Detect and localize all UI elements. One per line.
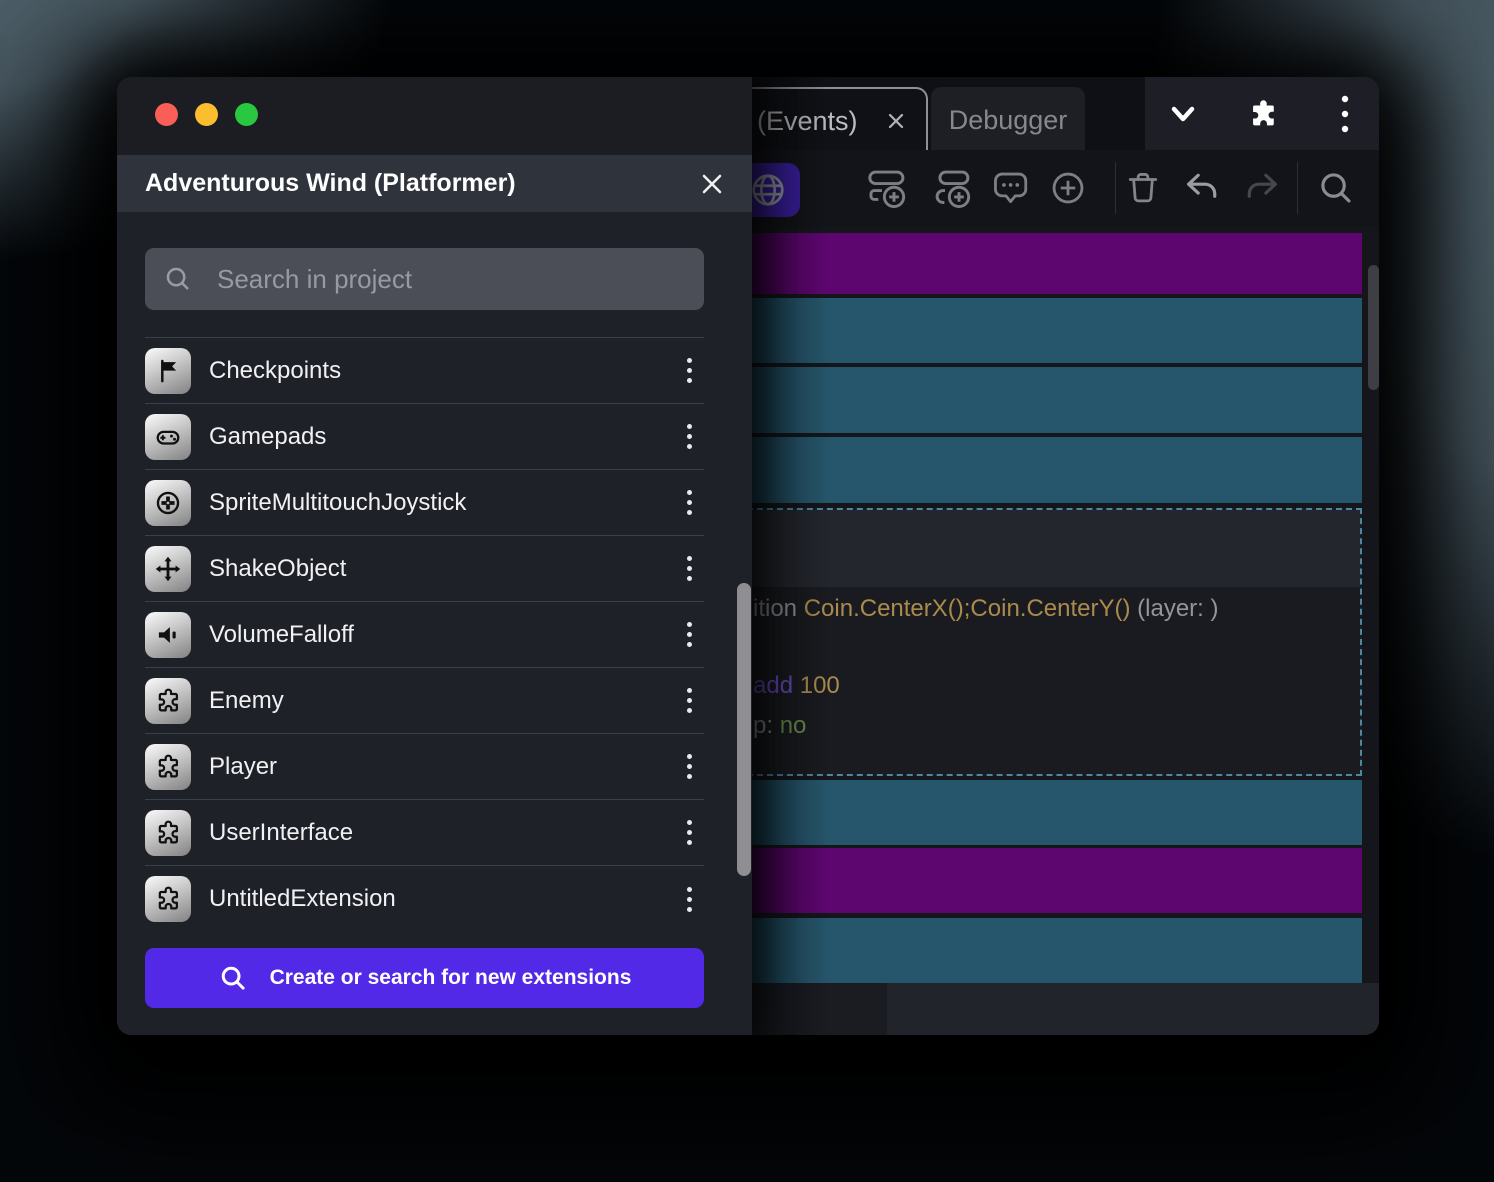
puzzle-icon <box>145 744 191 790</box>
kebab-menu-icon[interactable] <box>674 813 704 853</box>
toolbar-divider <box>1115 162 1116 214</box>
event-row[interactable] <box>747 848 1362 913</box>
tab-events-label: (Events) <box>757 106 872 137</box>
panel-scrollbar[interactable] <box>737 583 751 876</box>
toolbar-divider <box>1297 162 1298 214</box>
gamepad-icon <box>145 414 191 460</box>
close-icon[interactable] <box>886 111 906 131</box>
tab-debugger-label: Debugger <box>949 105 1068 136</box>
event-row[interactable] <box>747 233 1362 294</box>
extension-name: VolumeFalloff <box>209 621 674 649</box>
list-item-checkpoints[interactable]: Checkpoints <box>145 338 704 404</box>
extension-name: Enemy <box>209 687 674 715</box>
app-window: (Events) Debugger <box>117 77 1379 1035</box>
list-item-userinterface[interactable]: UserInterface <box>145 800 704 866</box>
add-event-icon[interactable] <box>861 150 913 226</box>
extension-name: UntitledExtension <box>209 885 674 913</box>
puzzle-icon <box>145 810 191 856</box>
event-action-line[interactable]: ition Coin.CenterX();Coin.CenterY() (lay… <box>753 595 1219 623</box>
list-item-enemy[interactable]: Enemy <box>145 668 704 734</box>
kebab-menu-icon[interactable] <box>674 549 704 589</box>
list-item-player[interactable]: Player <box>145 734 704 800</box>
flag-icon <box>145 348 191 394</box>
project-manager-panel: Adventurous Wind (Platformer) Checkpoint… <box>117 77 752 1035</box>
kebab-menu-icon[interactable] <box>674 351 704 391</box>
event-row[interactable] <box>747 298 1362 363</box>
add-subevent-icon[interactable] <box>926 150 978 226</box>
window-titlebar <box>117 77 752 155</box>
list-item-joystick[interactable]: SpriteMultitouchJoystick <box>145 470 704 536</box>
project-search[interactable] <box>145 248 704 310</box>
extension-list: Checkpoints Gamepads SpriteMultitouchJoy… <box>145 337 704 932</box>
event-action-line[interactable]: add 100 <box>753 672 840 700</box>
event-action-line[interactable]: p: no <box>753 712 806 740</box>
globe-icon <box>749 171 787 209</box>
extension-name: Player <box>209 753 674 781</box>
create-extension-button[interactable]: Create or search for new extensions <box>145 948 704 1008</box>
kebab-menu-icon[interactable] <box>674 747 704 787</box>
kebab-menu-icon[interactable] <box>674 417 704 457</box>
redo-icon[interactable] <box>1236 150 1288 226</box>
extension-name: SpriteMultitouchJoystick <box>209 489 674 517</box>
kebab-menu-icon[interactable] <box>674 483 704 523</box>
joystick-icon <box>145 480 191 526</box>
kebab-menu-icon[interactable] <box>674 879 704 919</box>
puzzle-icon <box>145 876 191 922</box>
event-row[interactable] <box>747 780 1362 845</box>
panel-header: Adventurous Wind (Platformer) <box>117 155 752 212</box>
puzzle-icon[interactable] <box>1233 77 1293 150</box>
list-item-gamepads[interactable]: Gamepads <box>145 404 704 470</box>
kebab-menu-icon[interactable] <box>674 615 704 655</box>
panel-title: Adventurous Wind (Platformer) <box>145 169 700 198</box>
extension-name: Gamepads <box>209 423 674 451</box>
events-footer-shade <box>747 983 887 1035</box>
event-row[interactable] <box>747 367 1362 433</box>
puzzle-icon <box>145 678 191 724</box>
event-condition-area[interactable] <box>749 510 1360 587</box>
list-item-untitledextension[interactable]: UntitledExtension <box>145 866 704 932</box>
chevron-down-icon[interactable] <box>1153 77 1213 150</box>
tab-debugger[interactable]: Debugger <box>931 87 1085 153</box>
add-circle-icon[interactable] <box>1042 150 1094 226</box>
speaker-icon <box>145 612 191 658</box>
search-input[interactable] <box>215 263 655 296</box>
list-item-volumefalloff[interactable]: VolumeFalloff <box>145 602 704 668</box>
create-extension-label: Create or search for new extensions <box>270 966 632 990</box>
extension-name: Checkpoints <box>209 357 674 385</box>
kebab-menu-icon[interactable] <box>674 681 704 721</box>
search-icon <box>218 963 248 993</box>
trash-icon[interactable] <box>1117 150 1169 226</box>
search-icon <box>163 264 193 294</box>
undo-icon[interactable] <box>1176 150 1228 226</box>
extension-name: ShakeObject <box>209 555 674 583</box>
add-comment-icon[interactable] <box>984 150 1036 226</box>
close-icon[interactable] <box>700 172 724 196</box>
event-row[interactable] <box>747 918 1362 983</box>
events-scrollbar[interactable] <box>1368 265 1379 390</box>
desktop: (Events) Debugger <box>0 0 1494 1182</box>
event-row[interactable] <box>747 437 1362 503</box>
extension-name: UserInterface <box>209 819 674 847</box>
selected-event[interactable]: ition Coin.CenterX();Coin.CenterY() (lay… <box>747 508 1362 776</box>
traffic-light-zoom[interactable] <box>235 103 258 126</box>
search-icon[interactable] <box>1310 150 1362 226</box>
list-item-shakeobject[interactable]: ShakeObject <box>145 536 704 602</box>
kebab-menu-icon[interactable] <box>1315 77 1375 150</box>
traffic-light-close[interactable] <box>155 103 178 126</box>
move-arrows-icon <box>145 546 191 592</box>
traffic-light-minimize[interactable] <box>195 103 218 126</box>
